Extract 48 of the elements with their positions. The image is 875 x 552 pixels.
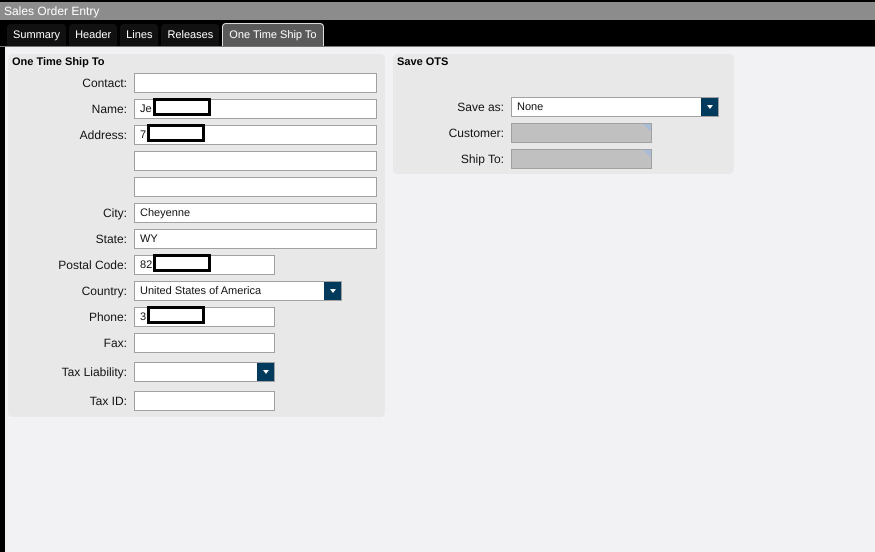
- input-field[interactable]: WY: [134, 229, 377, 249]
- field-value: 3: [139, 311, 146, 323]
- corner-mark-icon: [643, 150, 651, 158]
- field-label: City:: [103, 206, 127, 220]
- field-value: WY: [139, 233, 158, 245]
- dropdown[interactable]: [134, 362, 275, 382]
- field-label: Save as:: [457, 100, 504, 114]
- field-label: Fax:: [104, 336, 127, 350]
- dropdown[interactable]: None: [511, 97, 719, 117]
- dropdown[interactable]: United States of America: [134, 281, 342, 301]
- input-field[interactable]: 82: [134, 255, 275, 275]
- input-field[interactable]: Cheyenne: [134, 203, 377, 223]
- input-field[interactable]: [134, 151, 377, 171]
- window-title: Sales Order Entry: [4, 4, 100, 18]
- field-value: 7: [139, 129, 146, 141]
- field-label: Contact:: [82, 76, 127, 90]
- field-label: Customer:: [448, 126, 504, 140]
- field-label: Tax Liability:: [62, 365, 127, 379]
- field-label: State:: [96, 232, 127, 246]
- input-field[interactable]: 7: [134, 125, 377, 145]
- input-field[interactable]: [511, 149, 652, 169]
- field-value: Cheyenne: [139, 207, 190, 219]
- field-value: United States of America: [139, 285, 262, 297]
- field-label: Postal Code:: [58, 258, 127, 272]
- field-label: Country:: [82, 284, 127, 298]
- tab[interactable]: One Time Ship To: [222, 23, 324, 46]
- field-label: Phone:: [88, 310, 127, 324]
- tab[interactable]: Header: [69, 24, 118, 46]
- input-field[interactable]: [134, 333, 275, 353]
- input-field[interactable]: Je: [134, 99, 377, 119]
- tab[interactable]: Summary: [7, 24, 66, 46]
- field-label: Name:: [92, 102, 127, 116]
- input-field[interactable]: [134, 177, 377, 197]
- input-field[interactable]: 3: [134, 307, 275, 327]
- panel-title: Save OTS: [396, 55, 450, 70]
- field-label: Tax ID:: [90, 394, 127, 408]
- panel-title: One Time Ship To: [11, 55, 106, 70]
- input-field[interactable]: [134, 391, 275, 411]
- field-value: Je: [139, 103, 152, 115]
- tab[interactable]: Lines: [120, 24, 158, 46]
- corner-mark-icon: [643, 124, 651, 132]
- field-label: Ship To:: [460, 152, 504, 166]
- field-value: 82: [139, 259, 152, 271]
- input-field[interactable]: [134, 73, 377, 93]
- input-field[interactable]: [511, 123, 652, 143]
- field-value: None: [516, 101, 544, 113]
- tab[interactable]: Releases: [161, 24, 220, 46]
- field-label: Address:: [80, 128, 127, 142]
